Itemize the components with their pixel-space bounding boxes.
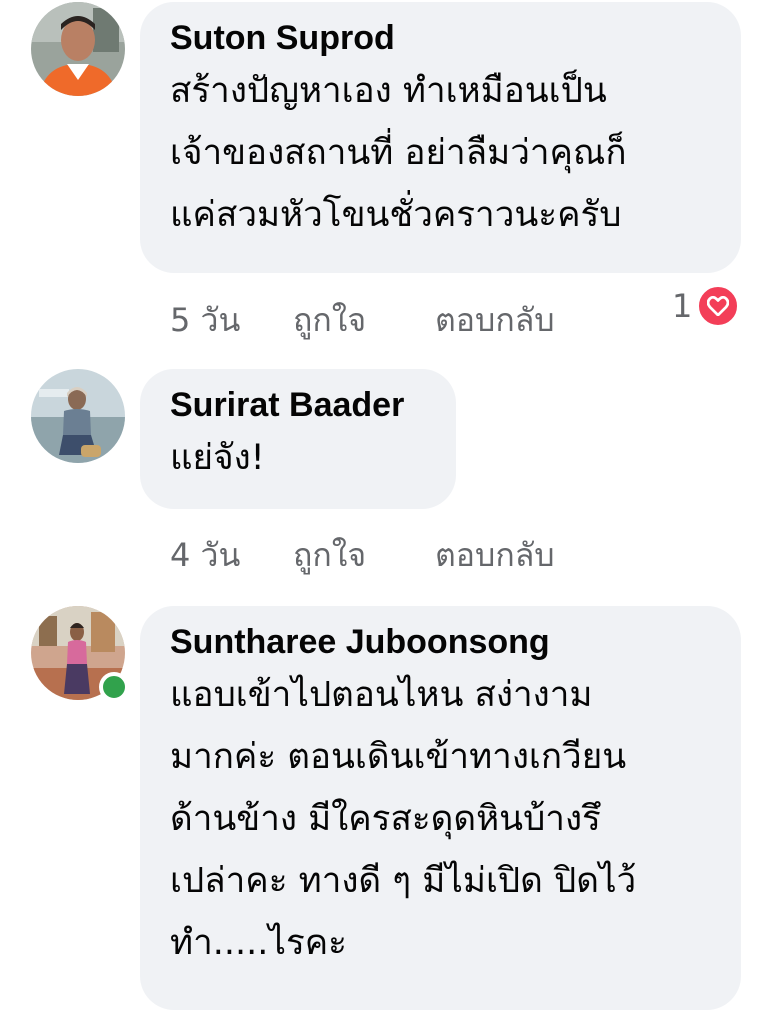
avatar[interactable] (31, 2, 125, 96)
comment-text-line: แอบเข้าไปตอนไหน สง่างาม (170, 675, 593, 715)
like-button[interactable]: ถูกใจ (293, 530, 366, 581)
reply-button[interactable]: ตอบกลับ (435, 295, 555, 346)
comment-bubble: Suton Suprod สร้างปัญหาเอง ทำเหมือนเป็น … (140, 2, 741, 273)
heart-icon (696, 284, 741, 328)
comment-author[interactable]: Suton Suprod (170, 18, 711, 58)
comment-text: สร้างปัญหาเอง ทำเหมือนเป็น เจ้าของสถานที… (170, 60, 711, 246)
comment-text-line: แค่สวมหัวโขนชั่วคราวนะครับ (170, 195, 622, 235)
comment-author[interactable]: Surirat Baader (170, 385, 426, 425)
comment-bubble: Suntharee Juboonsong แอบเข้าไปตอนไหน สง่… (140, 606, 741, 1010)
comment-text-line: ด้านข้าง มีใครสะดุดหินบ้างรึ (170, 799, 601, 839)
comment-text: แอบเข้าไปตอนไหน สง่างาม มากค่ะ ตอนเดินเข… (170, 664, 711, 974)
reaction-count: 1 (672, 287, 693, 325)
comment-bubble: Surirat Baader แย่จัง! (140, 369, 456, 509)
comment-text-line: มากค่ะ ตอนเดินเข้าทางเกวียน (170, 737, 627, 777)
comment-text: แย่จัง! (170, 427, 426, 489)
reaction-summary[interactable]: 1 (672, 284, 741, 328)
comment-text-line: สร้างปัญหาเอง ทำเหมือนเป็น (170, 71, 607, 111)
avatar[interactable] (31, 369, 125, 463)
comment-text-line: แย่จัง! (170, 438, 265, 478)
comment-text-line: เปล่าคะ ทางดี ๆ มีไม่เปิด ปิดไว้ (170, 861, 637, 901)
comments-thread: Suton Suprod สร้างปัญหาเอง ทำเหมือนเป็น … (0, 0, 763, 1024)
comment-text-line: ทำ.....ไรคะ (170, 923, 347, 963)
online-status-indicator (99, 672, 129, 702)
like-button[interactable]: ถูกใจ (293, 295, 366, 346)
comment-timestamp[interactable]: 4 วัน (170, 530, 240, 581)
comment-text-line: เจ้าของสถานที่ อย่าลืมว่าคุณก็ (170, 133, 627, 173)
comment-timestamp[interactable]: 5 วัน (170, 295, 240, 346)
reply-button[interactable]: ตอบกลับ (435, 530, 555, 581)
comment-author[interactable]: Suntharee Juboonsong (170, 622, 711, 662)
